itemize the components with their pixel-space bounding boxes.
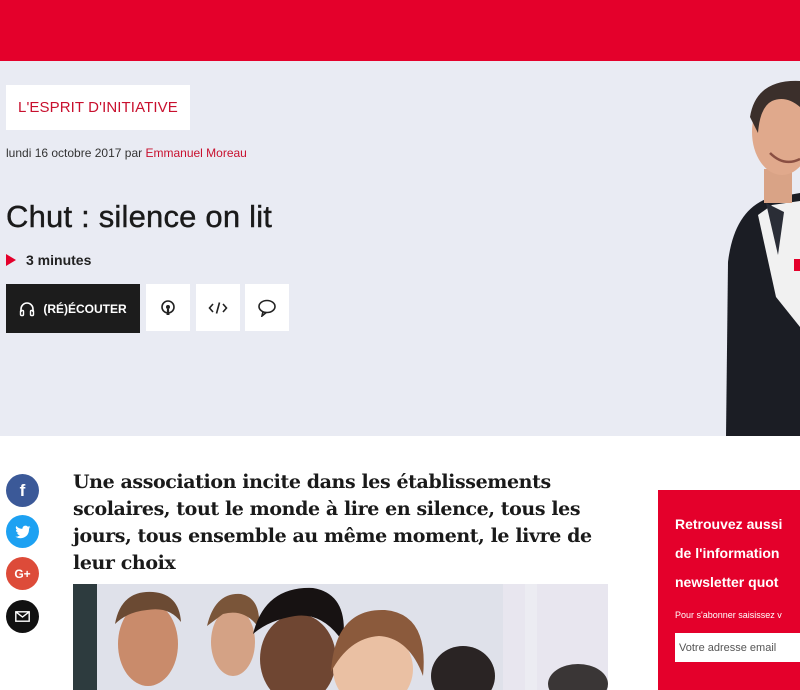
newsletter-email-input[interactable] [675, 633, 800, 662]
article-meta: lundi 16 octobre 2017 par Emmanuel Morea… [6, 146, 247, 160]
embed-code-icon [208, 301, 228, 314]
email-icon [15, 611, 30, 622]
podcast-icon [161, 299, 175, 315]
author-link[interactable]: Emmanuel Moreau [145, 146, 246, 160]
show-name-tag[interactable]: L'ESPRIT D'INITIATIVE [6, 85, 190, 130]
show-name: L'ESPRIT D'INITIATIVE [18, 99, 178, 116]
newsletter-title: Retrouvez aussi de l'information newslet… [675, 516, 783, 590]
top-banner [0, 0, 800, 61]
headphones-icon [20, 301, 35, 316]
facebook-icon: f [19, 480, 26, 500]
play-triangle-icon [6, 254, 16, 266]
hero-section: L'ESPRIT D'INITIATIVE lundi 16 octobre 2… [0, 61, 800, 436]
share-facebook-button[interactable]: f [6, 474, 39, 507]
host-portrait [726, 80, 800, 436]
share-google-plus-button[interactable]: G+ [6, 557, 39, 590]
by-label: par [124, 146, 143, 160]
podcast-button[interactable] [146, 284, 190, 331]
duration-info: 3 minutes [6, 252, 91, 268]
newsletter-hint: Pour s'abonner saisissez v [675, 610, 782, 620]
google-plus-icon: G+ [14, 566, 31, 581]
publish-date: lundi 16 octobre 2017 [6, 146, 122, 160]
listen-label: (RÉ)ÉCOUTER [43, 301, 127, 316]
embed-button[interactable] [196, 284, 240, 331]
listen-button[interactable]: (RÉ)ÉCOUTER [6, 284, 140, 333]
article-lead: Une association incite dans les établiss… [73, 471, 592, 574]
duration-label: 3 minutes [26, 252, 92, 268]
twitter-icon [14, 525, 30, 538]
article-photo [73, 584, 608, 690]
page-title: Chut : silence on lit [6, 199, 273, 234]
share-twitter-button[interactable] [6, 515, 39, 548]
comment-icon [258, 299, 276, 317]
share-email-button[interactable] [6, 600, 39, 633]
comment-button[interactable] [245, 284, 289, 331]
newsletter-box: Retrouvez aussi de l'information newslet… [658, 490, 800, 690]
